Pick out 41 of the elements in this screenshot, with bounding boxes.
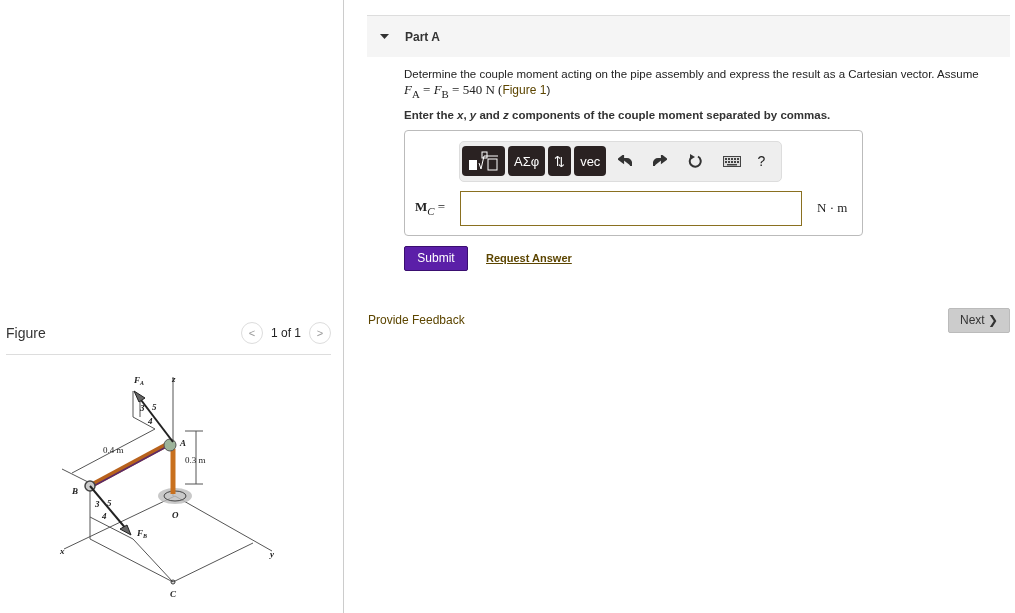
template-button[interactable] bbox=[462, 146, 505, 177]
feedback-link[interactable]: Provide Feedback bbox=[368, 313, 465, 328]
figure-label: 3 bbox=[95, 499, 100, 509]
figure-label: y bbox=[270, 549, 274, 559]
answer-input[interactable] bbox=[460, 190, 802, 226]
figure-label: 5 bbox=[152, 402, 157, 412]
help-button[interactable]: ? bbox=[753, 146, 770, 177]
figure-label: 3 bbox=[140, 403, 145, 413]
figure-title: Figure bbox=[6, 325, 46, 341]
refresh-icon[interactable] bbox=[688, 154, 703, 169]
toolbar-button[interactable]: ⇅ bbox=[548, 146, 572, 177]
figure-label: 0.4 m bbox=[103, 445, 124, 455]
part-header[interactable]: Part A bbox=[367, 15, 1010, 57]
figure-link[interactable]: Figure 1 bbox=[502, 83, 547, 97]
template-icon bbox=[468, 151, 499, 172]
units-label: N · m bbox=[817, 200, 848, 217]
toolbar-button[interactable]: ΑΣφ bbox=[508, 146, 546, 177]
figure-label: F$_{A}$ bbox=[134, 375, 145, 386]
next-button[interactable]: Next ❯ bbox=[948, 307, 1010, 333]
figure-label: B bbox=[72, 486, 78, 496]
figure-label: 0.3 m bbox=[185, 455, 206, 465]
request-answer-link[interactable]: Request Answer bbox=[486, 252, 572, 265]
page-count: 1 of 1 bbox=[270, 326, 301, 340]
redo-icon[interactable] bbox=[653, 155, 668, 168]
toolbar-button[interactable]: vec bbox=[574, 146, 607, 177]
figure-label: 4 bbox=[148, 416, 153, 426]
figure-label: 4 bbox=[102, 511, 107, 521]
question-text: Determine the couple moment acting on the pipe assembly and express the result as a Cartesian vector. Assume F$_{A}$ = F$_{B}$ = 540 N (Figure 1) bbox=[404, 67, 980, 102]
figure-label: x bbox=[60, 546, 65, 556]
figure-label: F$_{B}$ bbox=[137, 528, 148, 539]
figure-label: A bbox=[180, 438, 186, 448]
undo-icon[interactable] bbox=[618, 155, 633, 168]
figure-label: O bbox=[172, 510, 179, 520]
figure-label: z bbox=[172, 374, 176, 384]
keyboard-icon[interactable] bbox=[723, 155, 742, 167]
part-title: Part A bbox=[405, 29, 440, 44]
submit-button[interactable]: Submit bbox=[404, 245, 468, 271]
figure-label: 5 bbox=[107, 498, 112, 508]
figure-label: C bbox=[170, 589, 176, 599]
answer-label: M$_{C}$ = bbox=[415, 199, 447, 217]
instruction-text: Enter the x, y and z components of the couple moment separated by commas. bbox=[404, 108, 832, 121]
